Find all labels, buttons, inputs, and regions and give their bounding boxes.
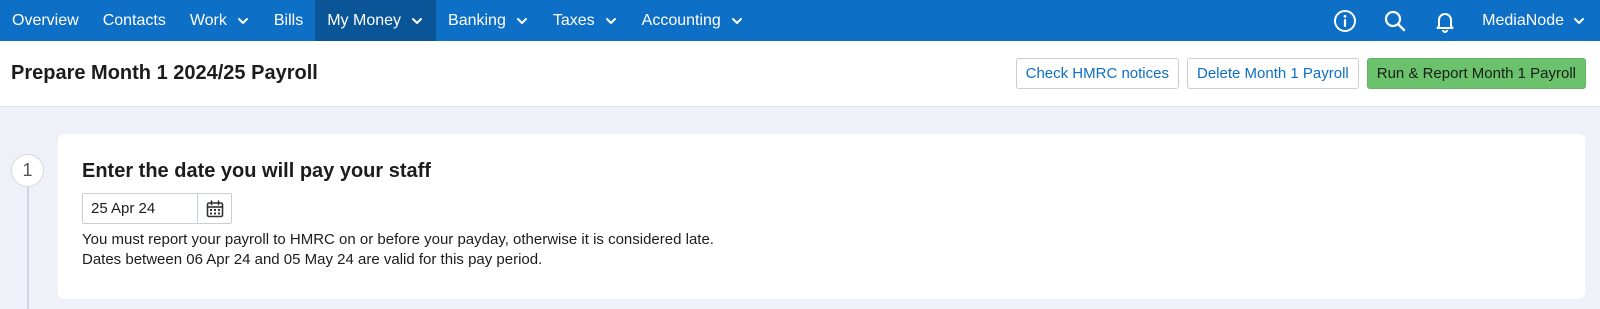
top-navigation: Overview Contacts Work Bills My Money Ba…: [0, 0, 1600, 41]
nav-item-label: Overview: [12, 11, 79, 29]
nav-item-label: Bills: [273, 11, 304, 29]
nav-right: MediaNode: [1320, 0, 1600, 41]
chevron-down-icon: [236, 14, 250, 28]
nav-items: Overview Contacts Work Bills My Money Ba…: [0, 0, 756, 41]
nav-item-contacts[interactable]: Contacts: [91, 0, 178, 41]
step-title: Enter the date you will pay your staff: [82, 160, 431, 182]
check-hmrc-notices-button[interactable]: Check HMRC notices: [1015, 58, 1179, 89]
search-icon[interactable]: [1382, 8, 1408, 34]
chevron-down-icon: [410, 14, 424, 28]
nav-item-my-money[interactable]: My Money: [315, 0, 437, 41]
pay-date-input[interactable]: [83, 194, 197, 223]
nav-item-label: Work: [189, 11, 227, 29]
info-icon[interactable]: [1332, 8, 1358, 34]
page-header: Prepare Month 1 2024/25 Payroll Check HM…: [0, 41, 1600, 107]
run-report-payroll-button[interactable]: Run & Report Month 1 Payroll: [1366, 58, 1586, 89]
chevron-down-icon: [730, 14, 744, 28]
help-text-line: You must report your payroll to HMRC on …: [82, 231, 714, 248]
delete-payroll-button[interactable]: Delete Month 1 Payroll: [1186, 58, 1359, 89]
step-number: 1: [11, 154, 44, 187]
nav-item-taxes[interactable]: Taxes: [541, 0, 630, 41]
help-text-line: Dates between 06 Apr 24 and 05 May 24 ar…: [82, 251, 543, 268]
nav-item-label: Banking: [448, 11, 506, 29]
nav-item-overview[interactable]: Overview: [0, 0, 91, 41]
bell-icon[interactable]: [1432, 8, 1458, 34]
chevron-down-icon: [515, 14, 529, 28]
chevron-down-icon: [604, 14, 618, 28]
nav-item-bills[interactable]: Bills: [262, 0, 315, 41]
user-name: MediaNode: [1482, 11, 1564, 29]
nav-item-label: Contacts: [102, 11, 166, 29]
pay-date-card: Enter the date you will pay your staff Y…: [58, 134, 1585, 299]
nav-item-work[interactable]: Work: [178, 0, 262, 41]
nav-item-label: My Money: [327, 11, 402, 29]
page-title: Prepare Month 1 2024/25 Payroll: [11, 62, 318, 84]
nav-item-banking[interactable]: Banking: [436, 0, 541, 41]
nav-item-label: Taxes: [552, 11, 595, 29]
nav-item-label: Accounting: [641, 11, 721, 29]
calendar-icon[interactable]: [197, 194, 231, 223]
pay-date-field: [82, 193, 232, 224]
user-menu[interactable]: MediaNode: [1482, 12, 1586, 30]
header-actions: Check HMRC notices Delete Month 1 Payrol…: [1015, 58, 1586, 89]
step-connector-line: [27, 183, 29, 309]
pay-date-help: You must report your payroll to HMRC on …: [82, 230, 714, 270]
chevron-down-icon: [1572, 14, 1586, 28]
nav-item-accounting[interactable]: Accounting: [630, 0, 756, 41]
